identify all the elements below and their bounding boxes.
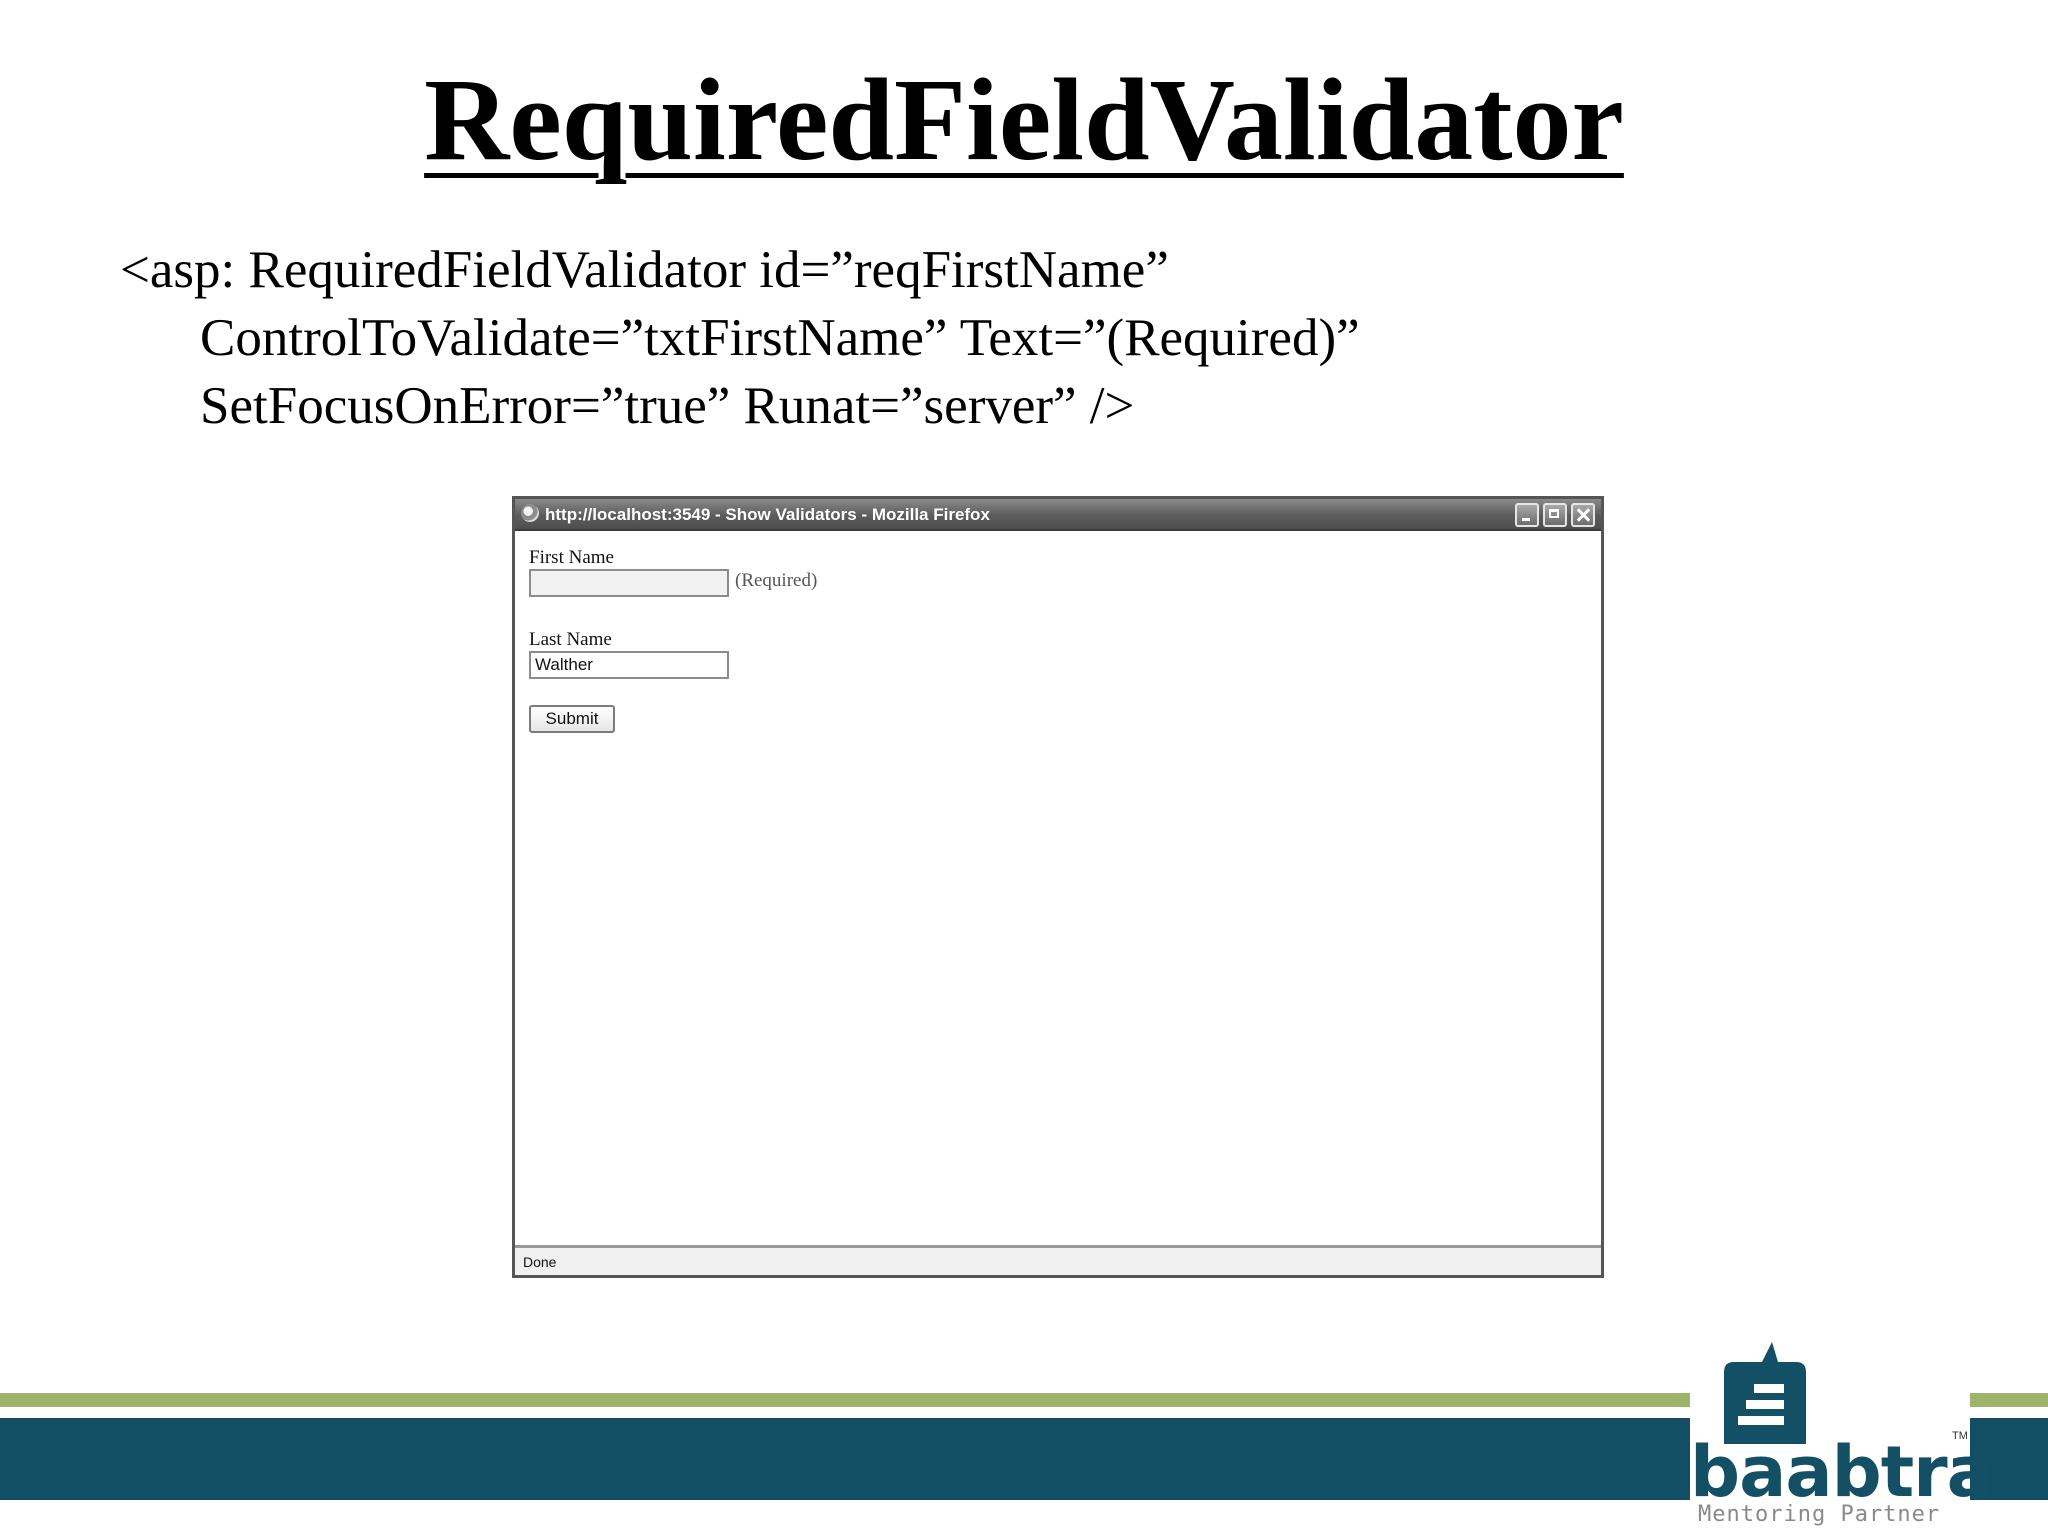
slide-title-text: RequiredFieldValidator xyxy=(424,54,1624,185)
submit-button[interactable]: Submit xyxy=(529,705,615,733)
first-name-input[interactable] xyxy=(529,569,729,597)
trademark-symbol: TM xyxy=(1952,1430,1968,1442)
window-titlebar[interactable]: http://localhost:3549 - Show Validators … xyxy=(515,499,1601,531)
browser-window-screenshot: http://localhost:3549 - Show Validators … xyxy=(512,496,1604,1278)
required-validator-message: (Required) xyxy=(735,570,818,591)
status-text: Done xyxy=(523,1254,557,1270)
code-snippet: <asp: RequiredFieldValidator id=”reqFirs… xyxy=(120,236,1940,440)
slide-title: RequiredFieldValidator xyxy=(0,50,2048,190)
code-line: <asp: RequiredFieldValidator id=”reqFirs… xyxy=(120,241,1169,299)
status-bar: Done xyxy=(515,1245,1601,1275)
window-title: http://localhost:3549 - Show Validators … xyxy=(545,505,990,524)
firefox-icon xyxy=(521,504,539,522)
code-line: ControlToValidate=”txtFirstName” Text=”(… xyxy=(200,309,1360,367)
code-line: SetFocusOnError=”true” Runat=”server” /> xyxy=(200,377,1135,435)
page-content: First Name (Required) Last Name Walther … xyxy=(515,531,1601,1245)
last-name-input[interactable]: Walther xyxy=(529,651,729,679)
baabtra-logo: baabtra TM Mentoring Partner xyxy=(1690,1340,1994,1530)
maximize-icon[interactable] xyxy=(1543,503,1567,527)
minimize-icon[interactable] xyxy=(1515,503,1539,527)
logo-tagline: Mentoring Partner xyxy=(1698,1502,1941,1527)
first-name-label: First Name xyxy=(529,547,614,568)
close-icon[interactable] xyxy=(1571,503,1595,527)
logo-wordmark: baabtra xyxy=(1690,1431,1994,1513)
last-name-label: Last Name xyxy=(529,629,612,650)
